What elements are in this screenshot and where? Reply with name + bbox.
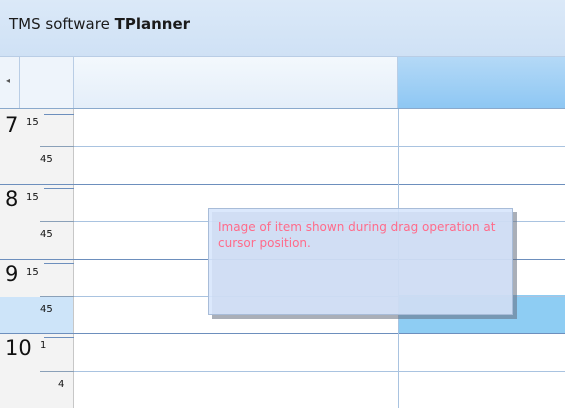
prev-position-button[interactable]: ◂ — [0, 57, 20, 108]
position-header-1[interactable] — [74, 57, 398, 108]
time-ruler: 7 15 45 8 15 45 9 15 45 10 1 4 — [0, 109, 74, 408]
planner-window: TMS software TPlanner ◂ 7 15 45 8 15 45 … — [0, 0, 565, 408]
planner-caption: TMS software TPlanner — [0, 0, 565, 57]
ruler-minute-rule — [44, 114, 74, 115]
grid-line — [74, 146, 565, 147]
position-header-2-selected[interactable] — [398, 57, 565, 108]
grid-line-hour — [74, 333, 565, 334]
title-prefix: TMS software — [9, 15, 115, 33]
title-brand: TPlanner — [114, 15, 191, 33]
ruler-minute: 45 — [40, 229, 53, 240]
ruler-selected-row — [0, 297, 73, 333]
planner-title: TMS software TPlanner — [9, 15, 190, 33]
chevron-left-icon: ◂ — [6, 76, 11, 85]
ruler-hour-tick — [0, 259, 74, 260]
drag-item-text: Image of item shown during drag operatio… — [218, 220, 496, 250]
drag-item-image[interactable]: Image of item shown during drag operatio… — [208, 208, 513, 315]
ruler-minute: 15 — [26, 117, 39, 128]
ruler-minute-rule — [44, 263, 74, 264]
ruler-hour: 10 — [5, 336, 32, 360]
ruler-minute: 45 — [40, 154, 53, 165]
grid-line-hour — [74, 184, 565, 185]
position-header: ◂ — [0, 57, 565, 109]
ruler-minute-rule — [44, 188, 74, 189]
ruler-minute: 15 — [26, 192, 39, 203]
ruler-minute: 1 — [40, 340, 47, 351]
ruler-half-tick — [40, 221, 74, 222]
grid-line — [74, 371, 565, 372]
ruler-hour-tick — [0, 184, 74, 185]
ruler-hour: 8 — [5, 187, 19, 211]
ruler-minute: 45 — [40, 304, 53, 315]
ruler-hour: 7 — [5, 113, 19, 137]
ruler-minute: 4 — [58, 379, 65, 390]
ruler-half-tick — [40, 371, 74, 372]
ruler-half-tick — [40, 296, 74, 297]
ruler-hour: 9 — [5, 262, 19, 286]
header-corner — [20, 57, 74, 108]
ruler-minute-rule — [44, 337, 74, 338]
ruler-hour-tick — [0, 333, 74, 334]
ruler-half-tick — [40, 146, 74, 147]
ruler-minute: 15 — [26, 267, 39, 278]
